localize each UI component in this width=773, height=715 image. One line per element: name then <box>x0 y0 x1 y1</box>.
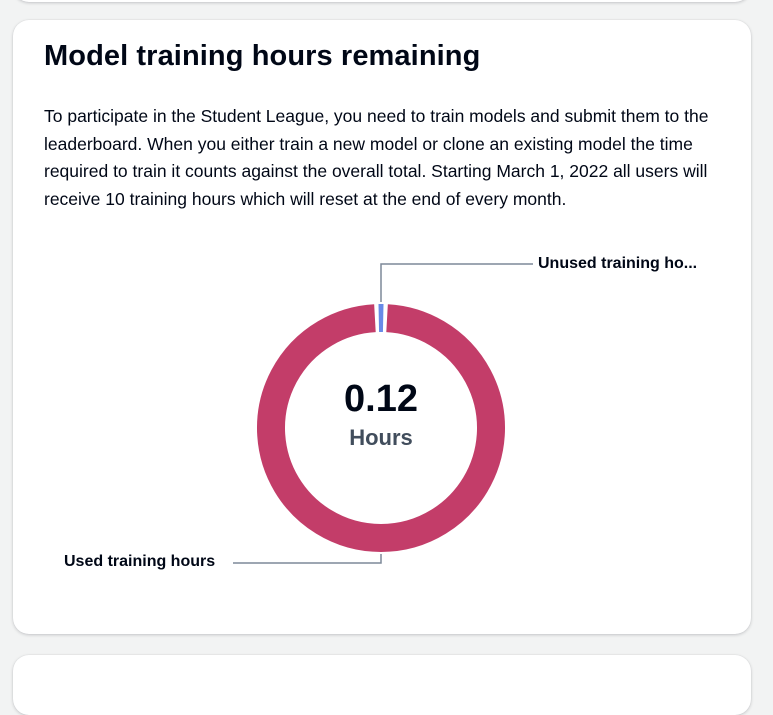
donut-chart <box>13 20 751 634</box>
training-hours-card: Model training hours remaining To partic… <box>13 20 751 634</box>
next-card <box>13 655 751 715</box>
center-unit: Hours <box>281 425 481 451</box>
leader-line-unused <box>381 264 533 302</box>
center-value: 0.12 <box>281 378 481 421</box>
previous-card <box>13 0 751 2</box>
legend-label-used[interactable]: Used training hours <box>64 553 215 571</box>
legend-label-unused[interactable]: Unused training ho... <box>538 255 697 273</box>
leader-line-used <box>233 554 381 563</box>
